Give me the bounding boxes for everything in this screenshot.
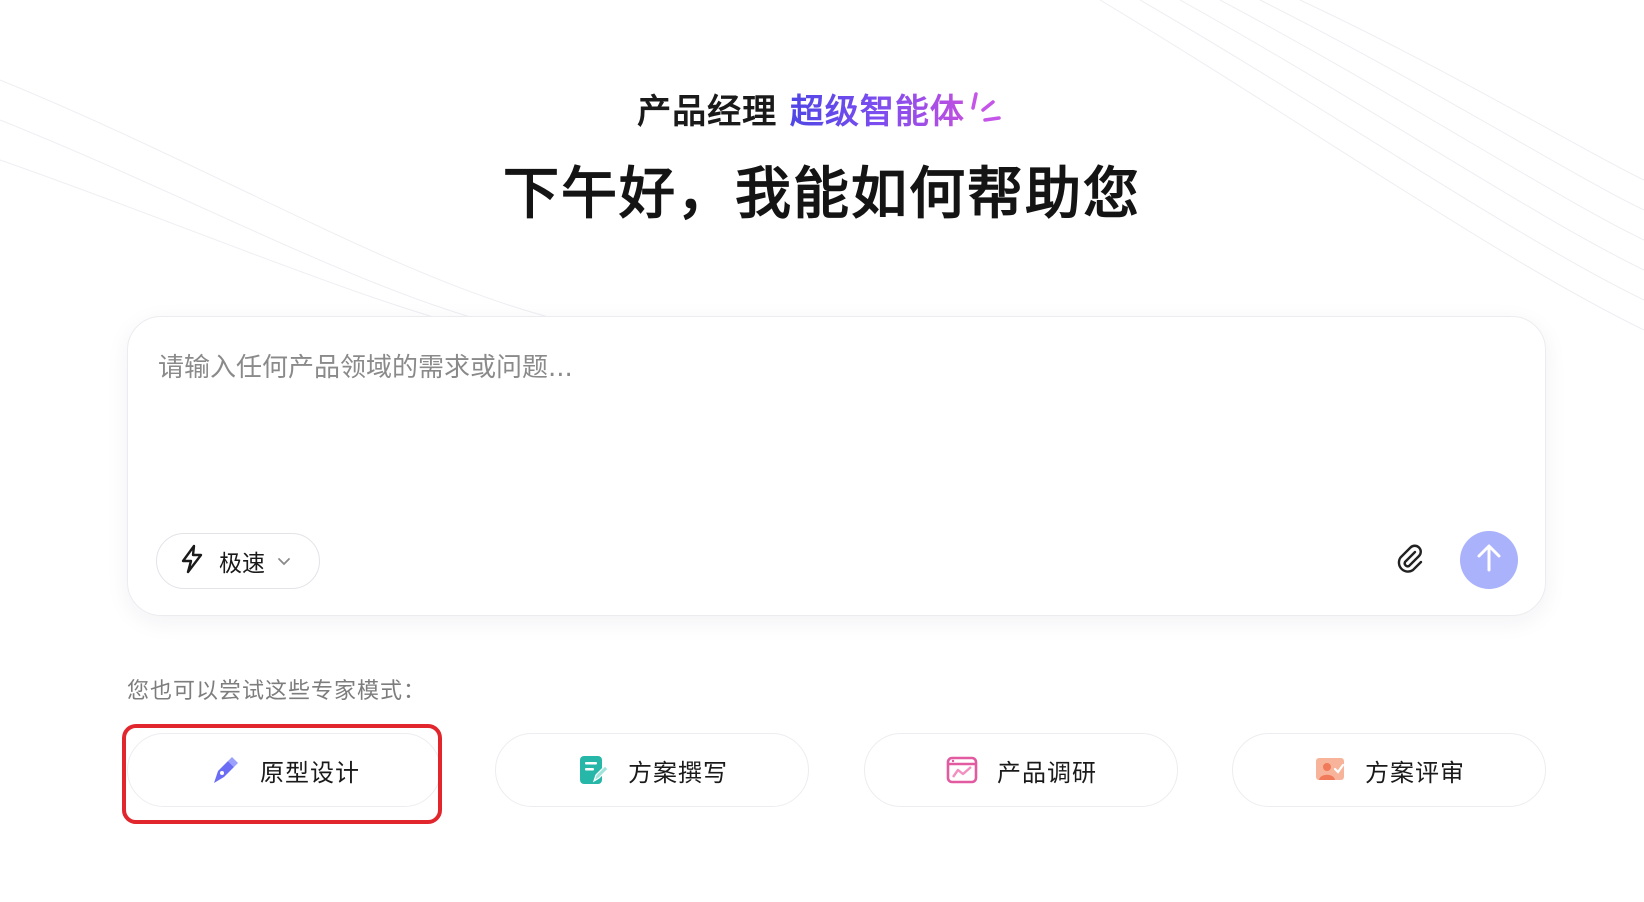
paperclip-icon — [1394, 543, 1426, 579]
expert-mode-list: 原型设计 方案撰写 产品调研 方案评审 — [127, 733, 1546, 809]
expert-mode-hint: 您也可以尝试这些专家模式： — [127, 679, 427, 704]
sparkle-icon — [967, 90, 1007, 130]
chevron-down-icon — [277, 556, 291, 566]
subtitle-plain: 产品经理 — [637, 92, 778, 132]
expert-mode-label: 方案撰写 — [628, 758, 728, 787]
composer-card: 极速 — [127, 316, 1546, 616]
page: 产品经理 超级智能体 下午好，我能如何帮助您 极速 — [0, 0, 1644, 902]
subtitle-accent: 超级智能体 — [789, 92, 965, 132]
expert-mode-review[interactable]: 方案评审 — [1232, 733, 1546, 807]
presentation-user-icon — [1313, 753, 1347, 787]
expert-mode-label: 方案评审 — [1365, 758, 1465, 787]
chart-window-icon — [945, 753, 979, 787]
attach-button[interactable] — [1390, 541, 1430, 581]
expert-mode-research[interactable]: 产品调研 — [864, 733, 1178, 807]
hero-subtitle: 产品经理 超级智能体 — [0, 90, 1644, 134]
expert-mode-label: 原型设计 — [260, 758, 360, 787]
speed-mode-label: 极速 — [219, 551, 265, 577]
speed-mode-select[interactable]: 极速 — [156, 533, 320, 589]
lightning-icon — [179, 544, 205, 578]
page-title: 下午好，我能如何帮助您 — [503, 162, 1141, 227]
document-edit-icon — [576, 753, 610, 787]
pen-nib-icon — [208, 753, 242, 787]
send-button[interactable] — [1460, 531, 1518, 589]
expert-mode-prototype[interactable]: 原型设计 — [127, 733, 441, 807]
arrow-up-icon — [1475, 543, 1503, 577]
expert-mode-writing[interactable]: 方案撰写 — [495, 733, 809, 807]
expert-mode-label: 产品调研 — [997, 758, 1097, 787]
prompt-input[interactable] — [156, 345, 1520, 499]
